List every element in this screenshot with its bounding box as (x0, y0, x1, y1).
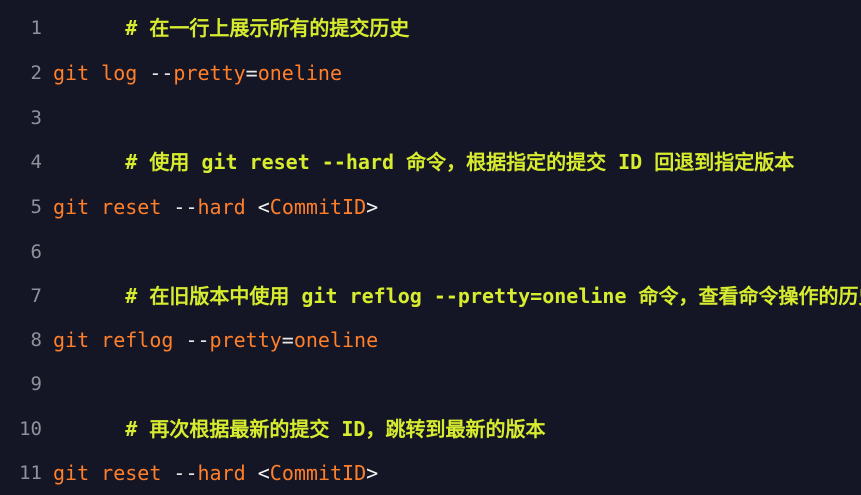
code-line: 2 git log --pretty=oneline (0, 51, 861, 95)
operator-text: = (281, 328, 294, 352)
code-line: 7 # 在旧版本中使用 git reflog --pretty=oneline … (0, 274, 861, 318)
line-number: 4 (30, 151, 42, 173)
option-value: oneline (293, 328, 379, 352)
code-text[interactable]: git reflog --pretty=oneline (42, 328, 378, 352)
option-text: hard (197, 461, 246, 485)
code-text[interactable]: git reset --hard <CommitID> (42, 461, 378, 485)
argument-text: CommitID (269, 195, 367, 219)
option-value: oneline (257, 61, 343, 85)
code-line: 4 # 使用 git reset --hard 命令，根据指定的提交 ID 回退… (0, 140, 861, 184)
operator-text: -- (185, 328, 210, 352)
bracket-text: > (366, 195, 379, 219)
option-text: hard (197, 195, 246, 219)
code-line: 8 git reflog --pretty=oneline (0, 318, 861, 362)
option-text: pretty (209, 328, 282, 352)
code-text[interactable]: git log --pretty=oneline (42, 61, 342, 85)
operator-text: -- (173, 461, 198, 485)
line-number: 1 (30, 17, 42, 39)
line-number: 8 (30, 329, 42, 351)
line-number: 6 (30, 241, 42, 263)
operator-text: -- (173, 195, 198, 219)
comment-text: # 在旧版本中使用 git reflog --pretty=oneline 命令… (125, 284, 861, 308)
line-number: 3 (30, 107, 42, 129)
code-line: 1 # 在一行上展示所有的提交历史 (0, 6, 861, 50)
code-line: 5 git reset --hard <CommitID> (0, 185, 861, 229)
operator-text: = (245, 61, 258, 85)
command-text: git log (53, 61, 150, 85)
space-text (246, 461, 258, 485)
code-editor: 1 # 在一行上展示所有的提交历史 2 git log --pretty=one… (0, 0, 861, 492)
command-text: git reflog (53, 328, 186, 352)
code-line: 10 # 再次根据最新的提交 ID，跳转到最新的版本 (0, 407, 861, 451)
bracket-text: < (257, 461, 270, 485)
argument-text: CommitID (269, 461, 367, 485)
line-number: 9 (30, 373, 42, 395)
comment-text: # 在一行上展示所有的提交历史 (125, 16, 410, 40)
operator-text: -- (149, 61, 174, 85)
line-number: 2 (30, 62, 42, 84)
line-number: 10 (19, 418, 42, 440)
bracket-text: > (366, 461, 379, 485)
space-text (246, 195, 258, 219)
code-text[interactable]: git reset --hard <CommitID> (42, 195, 378, 219)
bracket-text: < (257, 195, 270, 219)
line-number: 5 (30, 196, 42, 218)
comment-text: # 使用 git reset --hard 命令，根据指定的提交 ID 回退到指… (125, 150, 795, 174)
code-line: 11 git reset --hard <CommitID> (0, 451, 861, 495)
comment-text: # 再次根据最新的提交 ID，跳转到最新的版本 (125, 417, 546, 441)
command-text: git reset (53, 461, 174, 485)
line-number: 11 (19, 462, 42, 484)
command-text: git reset (53, 195, 174, 219)
line-number: 7 (30, 285, 42, 307)
option-text: pretty (173, 61, 246, 85)
